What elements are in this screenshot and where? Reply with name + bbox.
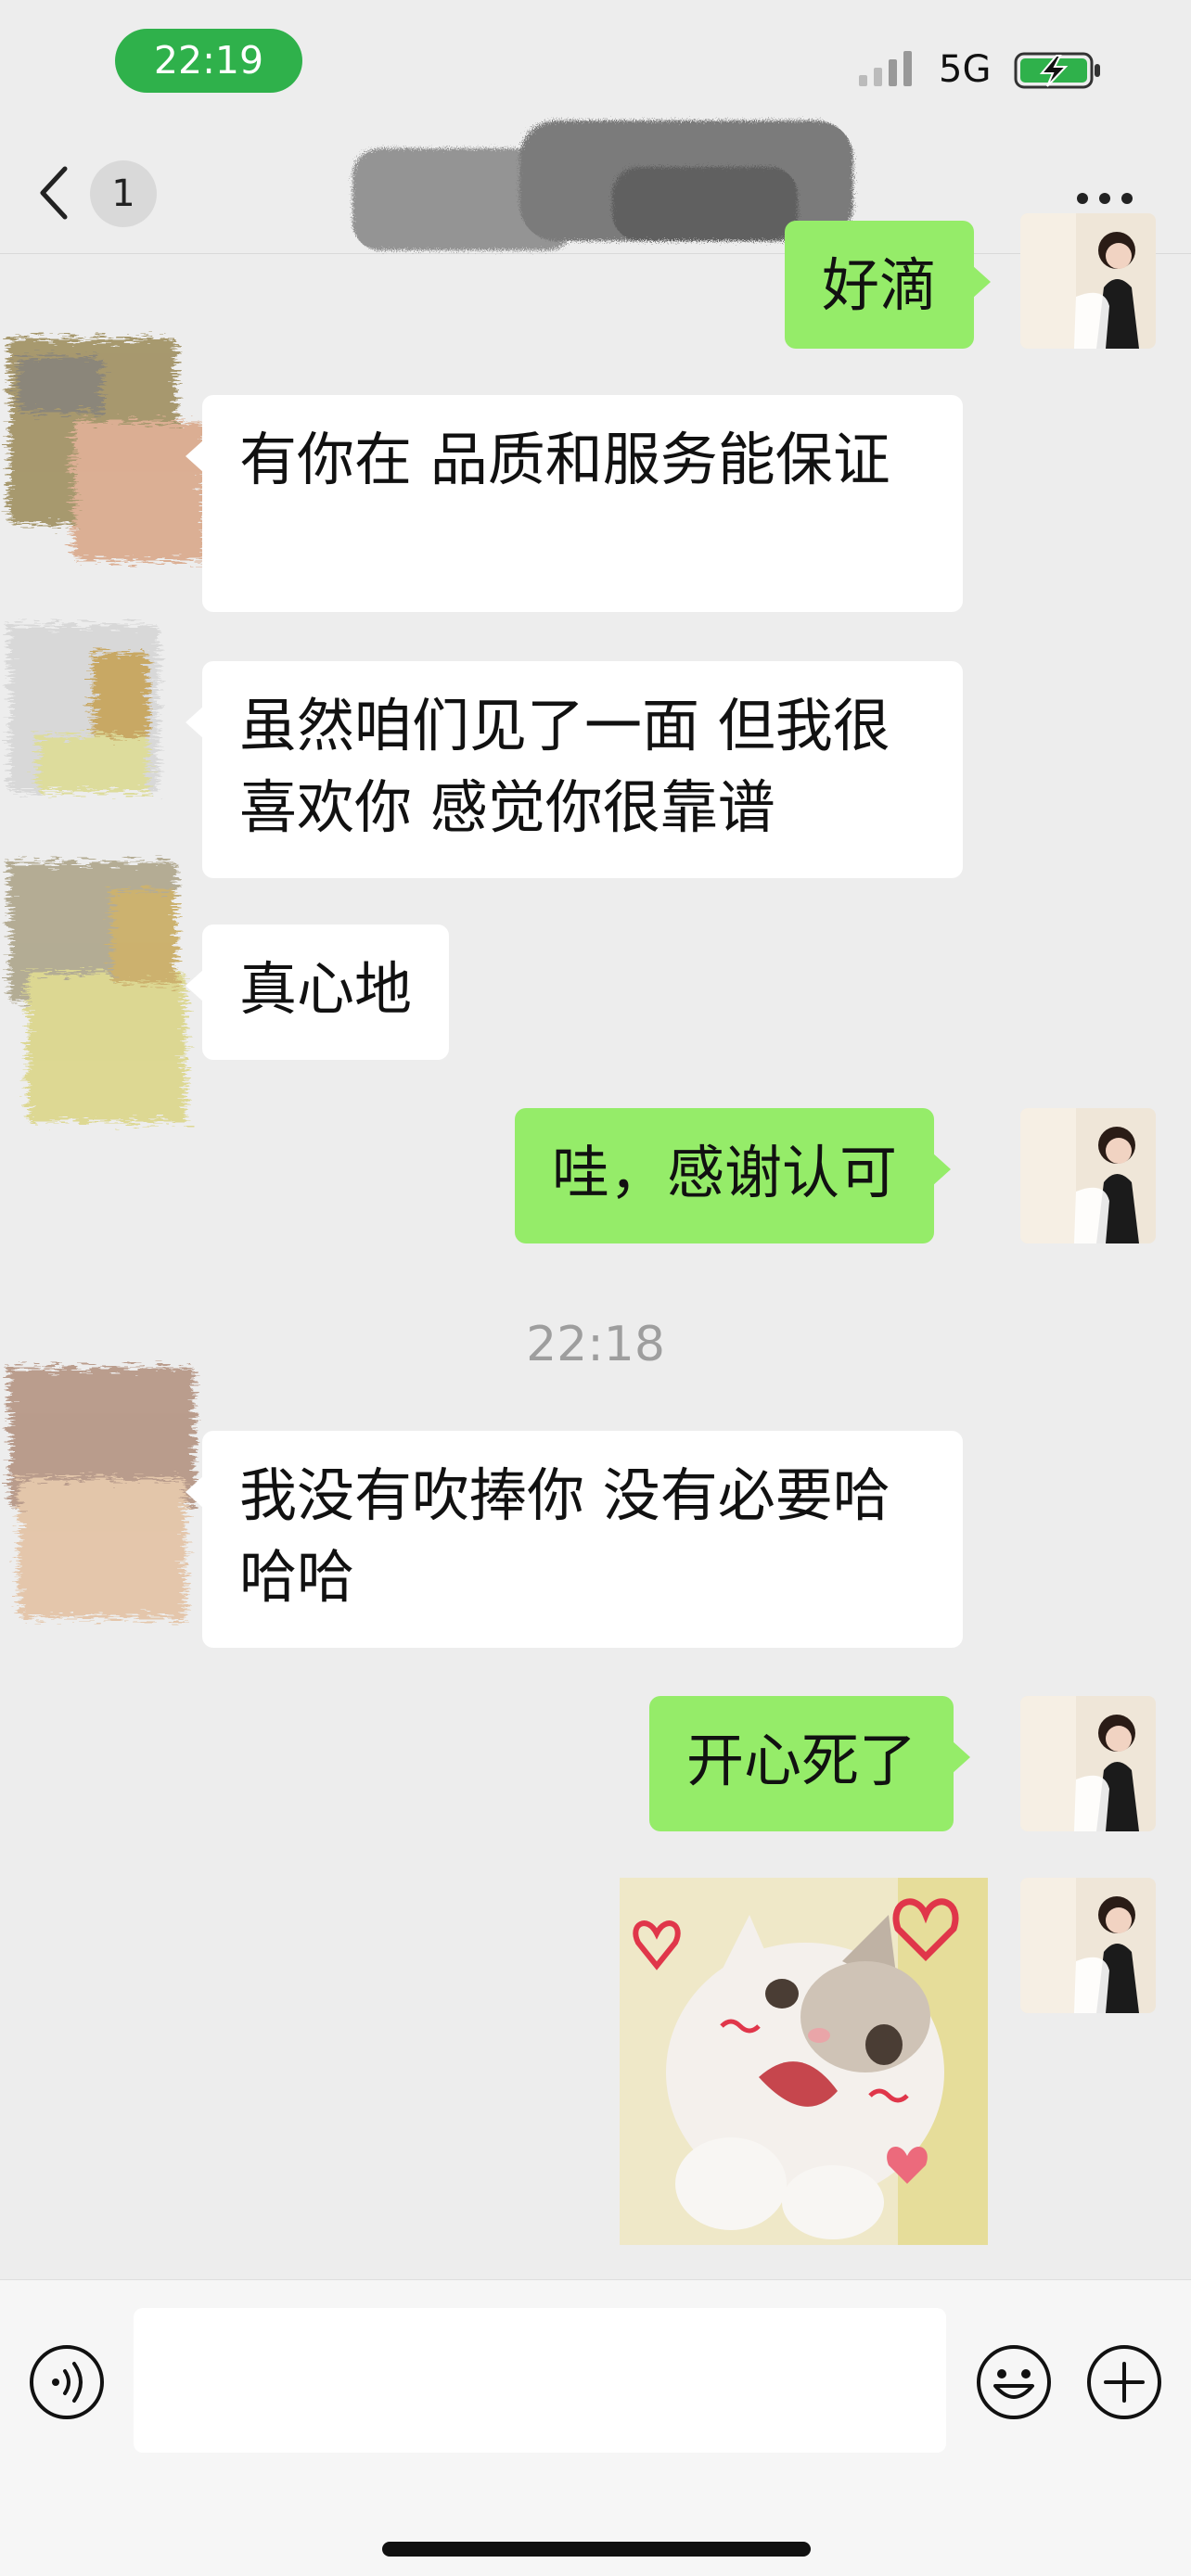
self-avatar[interactable]: [1020, 213, 1156, 349]
message-sent[interactable]: 开心死了: [649, 1696, 971, 1831]
message-received[interactable]: 虽然咱们见了一面 但我很喜欢你 感觉你很靠谱: [186, 661, 963, 878]
message-sent[interactable]: 好滴: [785, 221, 992, 349]
contact-avatar[interactable]: [0, 320, 204, 570]
self-avatar[interactable]: [1020, 1696, 1156, 1831]
contact-avatar[interactable]: [0, 853, 195, 1141]
back-chevron-icon[interactable]: [37, 165, 69, 221]
contact-avatar[interactable]: [0, 616, 172, 801]
self-avatar[interactable]: [1020, 1108, 1156, 1243]
chat-header: 1: [0, 121, 1191, 254]
unread-count-badge[interactable]: 1: [90, 160, 157, 227]
battery-charging-icon: [1014, 52, 1100, 89]
more-icon[interactable]: [1074, 190, 1135, 207]
signal-icon: [859, 51, 912, 86]
message-received[interactable]: 我没有吹捧你 没有必要哈哈哈: [186, 1431, 963, 1648]
voice-input-icon[interactable]: [28, 2343, 106, 2421]
input-bar: [0, 2279, 1191, 2576]
home-indicator: [382, 2542, 811, 2557]
message-received[interactable]: 有你在 品质和服务能保证: [186, 395, 963, 612]
emoji-icon[interactable]: [975, 2343, 1053, 2421]
network-type: 5G: [939, 48, 992, 91]
plus-icon[interactable]: [1085, 2343, 1163, 2421]
status-time: 22:19: [115, 29, 302, 93]
message-received[interactable]: 真心地: [185, 925, 450, 1060]
contact-avatar[interactable]: [0, 1358, 209, 1637]
message-sent[interactable]: 哇，感谢认可: [515, 1108, 952, 1243]
self-avatar[interactable]: [1020, 1878, 1156, 2013]
cat-hearts-sticker[interactable]: [620, 1878, 988, 2245]
message-input[interactable]: [134, 2308, 946, 2453]
